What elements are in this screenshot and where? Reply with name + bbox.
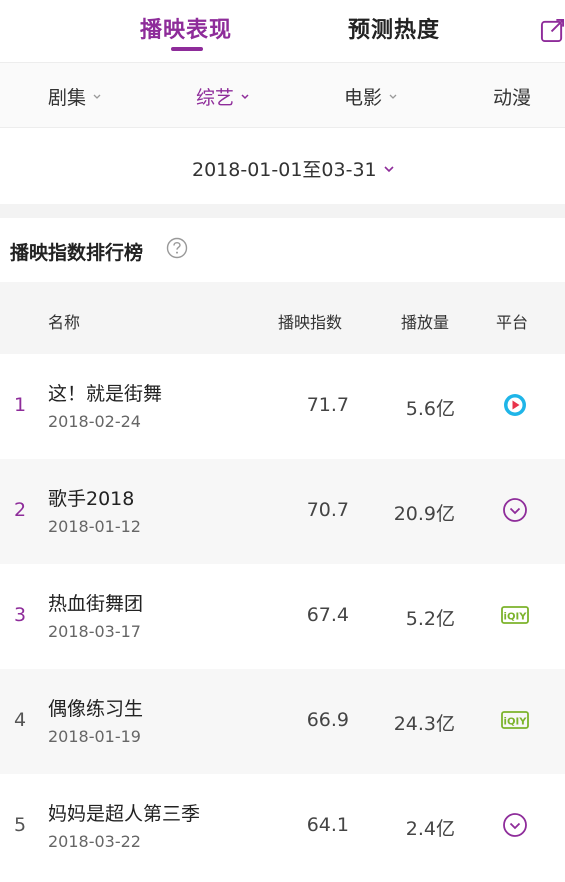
- column-header-platform: 平台: [496, 313, 529, 332]
- mango-tv-icon: [503, 498, 527, 522]
- rank-number: 5: [14, 814, 27, 836]
- share-icon[interactable]: [540, 18, 565, 43]
- play-count: 5.6亿: [405, 398, 455, 420]
- play-index: 66.9: [306, 709, 349, 731]
- tab-playback-performance[interactable]: 播映表现: [140, 12, 232, 44]
- date-range-selector[interactable]: 2018-01-01至03-31: [192, 155, 395, 182]
- rank-number: 4: [14, 709, 27, 731]
- date-range-row: 2018-01-01至03-31: [0, 128, 565, 204]
- show-date: 2018-02-24: [48, 412, 141, 431]
- show-title: 妈妈是超人第三季: [48, 803, 201, 825]
- show-title: 热血街舞团: [48, 593, 144, 615]
- table-row[interactable]: 4 偶像练习生 2018-01-19 66.9 24.3亿 iQIY: [0, 669, 565, 774]
- table-header: 名称 播映指数 播放量 平台: [0, 282, 565, 354]
- tab-predicted-heat[interactable]: 预测热度: [348, 12, 440, 44]
- show-date: 2018-03-22: [48, 832, 141, 851]
- section-title: 播映指数排行榜: [10, 242, 144, 264]
- section-divider: [0, 204, 565, 218]
- category-label: 电影: [344, 87, 383, 109]
- chevron-down-icon: [241, 93, 249, 99]
- category-label: 动漫: [493, 87, 532, 109]
- category-drama[interactable]: 剧集: [48, 83, 102, 110]
- svg-text:iQIY: iQIY: [504, 717, 528, 728]
- play-count: 20.9亿: [393, 503, 455, 525]
- show-title: 歌手2018: [48, 488, 135, 510]
- ranking-section-header: 播映指数排行榜: [0, 218, 565, 282]
- play-count: 2.4亿: [405, 818, 455, 840]
- column-header-index[interactable]: 播映指数: [278, 309, 342, 333]
- active-tab-indicator: [171, 47, 203, 51]
- show-date: 2018-01-12: [48, 517, 141, 536]
- table-row[interactable]: 1 这！就是街舞 2018-02-24 71.7 5.6亿: [0, 354, 565, 459]
- play-count: 24.3亿: [393, 713, 455, 735]
- chevron-down-icon: [389, 94, 397, 99]
- show-title: 偶像练习生: [48, 698, 144, 720]
- table-row[interactable]: 3 热血街舞团 2018-03-17 67.4 5.2亿 iQIY: [0, 564, 565, 669]
- show-date: 2018-03-17: [48, 622, 141, 641]
- play-index: 67.4: [306, 604, 349, 626]
- date-range-label: 2018-01-01至03-31: [192, 159, 377, 181]
- chevron-down-icon: [93, 94, 101, 99]
- rank-number: 2: [14, 499, 27, 521]
- category-variety[interactable]: 综艺: [196, 83, 250, 110]
- help-icon[interactable]: [166, 237, 188, 259]
- svg-text:iQIY: iQIY: [504, 612, 528, 623]
- show-date: 2018-01-19: [48, 727, 141, 746]
- category-movie[interactable]: 电影: [344, 83, 398, 110]
- category-label: 剧集: [48, 87, 87, 109]
- iqiyi-icon: iQIY: [501, 711, 529, 729]
- youku-icon: [504, 394, 526, 416]
- play-index: 71.7: [306, 394, 349, 416]
- play-index: 64.1: [306, 814, 349, 836]
- column-header-plays[interactable]: 播放量: [401, 309, 449, 333]
- table-row[interactable]: 2 歌手2018 2018-01-12 70.7 20.9亿: [0, 459, 565, 564]
- top-tab-bar: 播映表现 预测热度: [0, 0, 565, 62]
- category-label: 综艺: [196, 87, 235, 109]
- play-count: 5.2亿: [405, 608, 455, 630]
- table-row[interactable]: 5 妈妈是超人第三季 2018-03-22 64.1 2.4亿: [0, 774, 565, 879]
- mango-tv-icon: [503, 813, 527, 837]
- rank-number: 3: [14, 604, 27, 626]
- show-title: 这！就是街舞: [48, 383, 163, 405]
- rank-number: 1: [14, 394, 27, 416]
- category-anime[interactable]: 动漫: [493, 83, 531, 110]
- iqiyi-icon: iQIY: [501, 606, 529, 624]
- play-index: 70.7: [306, 499, 349, 521]
- category-filter-bar: 剧集 综艺 电影 动漫: [0, 62, 565, 128]
- column-header-name: 名称: [48, 313, 81, 332]
- chevron-down-icon: [384, 165, 394, 172]
